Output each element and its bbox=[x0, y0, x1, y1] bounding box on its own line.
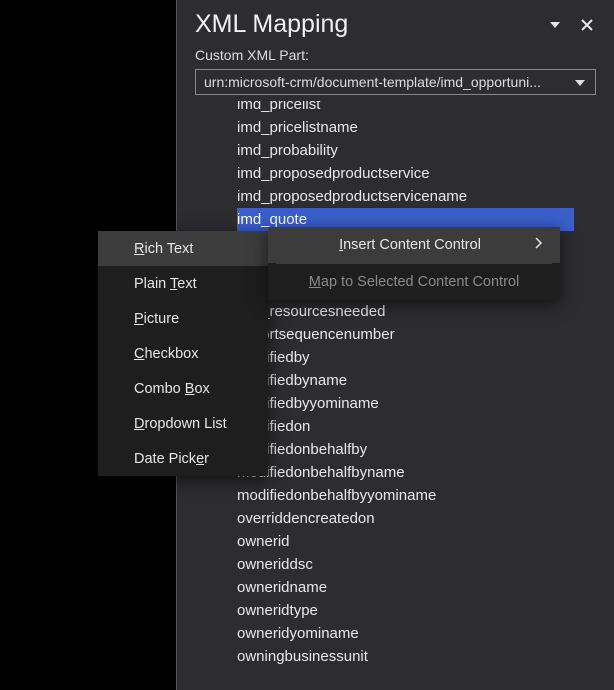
menu-item-label: Map to Selected Content Control bbox=[286, 274, 542, 290]
tree-item[interactable]: owneridyominame bbox=[237, 622, 614, 645]
panel-options-icon[interactable] bbox=[546, 16, 564, 34]
submenu-item-label: Picture bbox=[134, 311, 179, 327]
tree-item[interactable]: imd_pricelistname bbox=[237, 116, 614, 139]
tree-item[interactable]: owneridname bbox=[237, 576, 614, 599]
header-actions bbox=[546, 16, 596, 34]
tree-item[interactable]: imd_proposedproductservicename bbox=[237, 185, 614, 208]
tree-item[interactable]: modifiedon bbox=[237, 415, 614, 438]
submenu-item-label: Rich Text bbox=[134, 241, 193, 257]
tree-item[interactable]: imd_resourcesneeded bbox=[237, 300, 614, 323]
tree-item[interactable]: owningbusinessunit bbox=[237, 645, 614, 668]
chevron-right-icon bbox=[534, 237, 542, 253]
submenu-item[interactable]: Plain Text bbox=[98, 266, 268, 301]
submenu-item[interactable]: Combo Box bbox=[98, 371, 268, 406]
tree-item[interactable]: importsequencenumber bbox=[237, 323, 614, 346]
tree-item[interactable]: imd_probability bbox=[237, 139, 614, 162]
panel-title: XML Mapping bbox=[195, 10, 546, 39]
submenu-item[interactable]: Checkbox bbox=[98, 336, 268, 371]
submenu-item-label: Checkbox bbox=[134, 346, 199, 362]
tree-item[interactable]: ownerid bbox=[237, 530, 614, 553]
tree-item[interactable]: modifiedbyname bbox=[237, 369, 614, 392]
tree-item[interactable]: imd_pricelist bbox=[237, 101, 614, 116]
panel-header: XML Mapping bbox=[177, 0, 614, 43]
submenu-item[interactable]: Date Picker bbox=[98, 441, 268, 476]
submenu-item-label: Dropdown List bbox=[134, 416, 227, 432]
close-icon[interactable] bbox=[578, 16, 596, 34]
menu-item-label: Insert Content Control bbox=[286, 237, 534, 253]
submenu-item-label: Date Picker bbox=[134, 451, 209, 467]
context-menu: Insert Content Control Map to Selected Co… bbox=[268, 227, 560, 300]
chevron-down-icon bbox=[573, 74, 587, 90]
tree-item[interactable]: modifiedonbehalfbyname bbox=[237, 461, 614, 484]
submenu-item[interactable]: Dropdown List bbox=[98, 406, 268, 441]
tree-item[interactable]: owneriddsc bbox=[237, 553, 614, 576]
custom-xml-part-dropdown[interactable]: urn:microsoft-crm/document-template/imd_… bbox=[195, 69, 596, 95]
dropdown-selected-value: urn:microsoft-crm/document-template/imd_… bbox=[204, 74, 573, 90]
tree-item[interactable]: modifiedby bbox=[237, 346, 614, 369]
tree-item[interactable]: owneridtype bbox=[237, 599, 614, 622]
menu-item[interactable]: Insert Content Control bbox=[268, 227, 560, 263]
submenu-item[interactable]: Picture bbox=[98, 301, 268, 336]
tree-item[interactable]: modifiedonbehalfbyyominame bbox=[237, 484, 614, 507]
tree-item[interactable]: modifiedbyyominame bbox=[237, 392, 614, 415]
custom-xml-part-label: Custom XML Part: bbox=[177, 43, 614, 67]
tree-item[interactable]: imd_proposedproductservice bbox=[237, 162, 614, 185]
tree-item[interactable]: overriddencreatedon bbox=[237, 507, 614, 530]
submenu-item-label: Plain Text bbox=[134, 276, 197, 292]
submenu-item-label: Combo Box bbox=[134, 381, 210, 397]
menu-item: Map to Selected Content Control bbox=[268, 264, 560, 300]
submenu-item[interactable]: Rich Text bbox=[98, 231, 268, 266]
tree-item[interactable]: modifiedonbehalfby bbox=[237, 438, 614, 461]
content-control-type-menu: Rich Text Plain Text Picture Checkbox Combo … bbox=[98, 231, 268, 476]
